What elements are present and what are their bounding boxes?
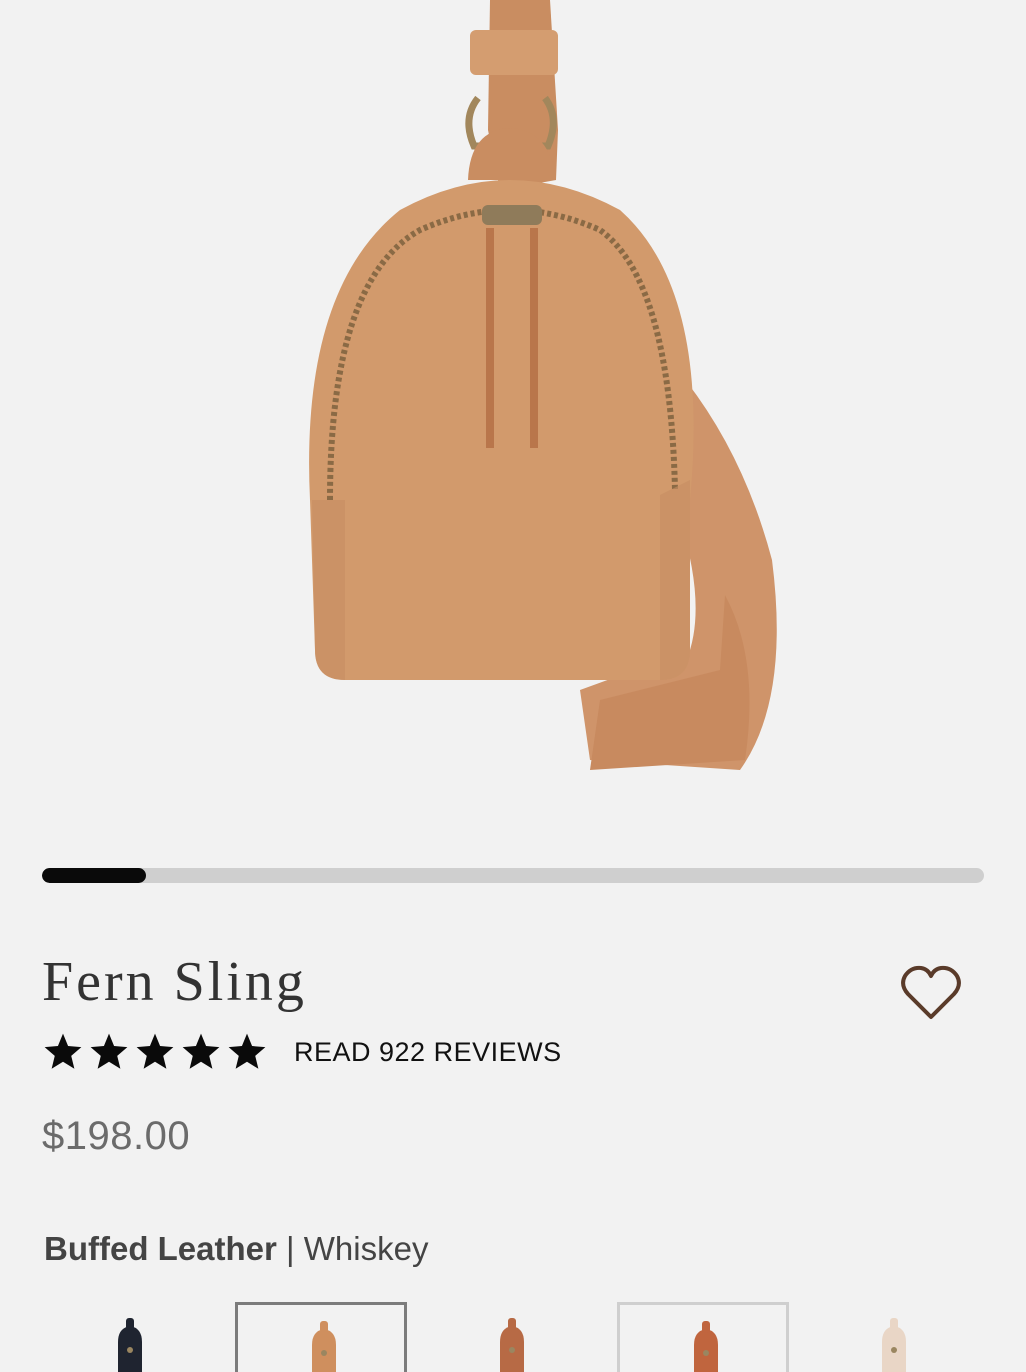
product-title: Fern Sling bbox=[42, 951, 307, 1013]
color-swatch[interactable] bbox=[617, 1302, 789, 1372]
star-icon bbox=[182, 1033, 220, 1069]
star-icon bbox=[136, 1033, 174, 1069]
color-name: Whiskey bbox=[303, 1230, 429, 1267]
heart-icon bbox=[901, 965, 961, 1019]
star-icon bbox=[90, 1033, 128, 1069]
gallery-progress-fill bbox=[42, 868, 146, 883]
color-swatch[interactable] bbox=[808, 1302, 980, 1372]
material-name: Buffed Leather bbox=[44, 1230, 277, 1267]
sling-bag-illustration bbox=[309, 0, 777, 770]
read-reviews-link[interactable]: READ 922 REVIEWS bbox=[294, 1037, 562, 1068]
label-separator: | bbox=[276, 1230, 304, 1267]
color-swatch[interactable] bbox=[235, 1302, 407, 1372]
swatch-bag-thumbnail bbox=[118, 1318, 142, 1372]
swatch-bag-thumbnail bbox=[882, 1318, 906, 1372]
swatch-bag-thumbnail bbox=[312, 1321, 336, 1372]
star-icon bbox=[44, 1033, 82, 1069]
color-swatch[interactable] bbox=[426, 1302, 598, 1372]
price: $198.00 bbox=[42, 1114, 191, 1158]
gallery-progress-bar[interactable] bbox=[42, 868, 984, 883]
swatch-bag-thumbnail bbox=[500, 1318, 524, 1372]
star-icon bbox=[228, 1033, 266, 1069]
rating-row: READ 922 REVIEWS bbox=[42, 1030, 562, 1074]
material-color-label: Buffed Leather | Whiskey bbox=[44, 1230, 428, 1268]
color-swatch[interactable] bbox=[44, 1302, 216, 1372]
favorite-button[interactable] bbox=[900, 964, 962, 1022]
star-rating bbox=[42, 1031, 268, 1073]
swatch-bag-thumbnail bbox=[694, 1321, 718, 1372]
color-swatches bbox=[44, 1302, 984, 1372]
product-image[interactable] bbox=[0, 0, 1026, 840]
